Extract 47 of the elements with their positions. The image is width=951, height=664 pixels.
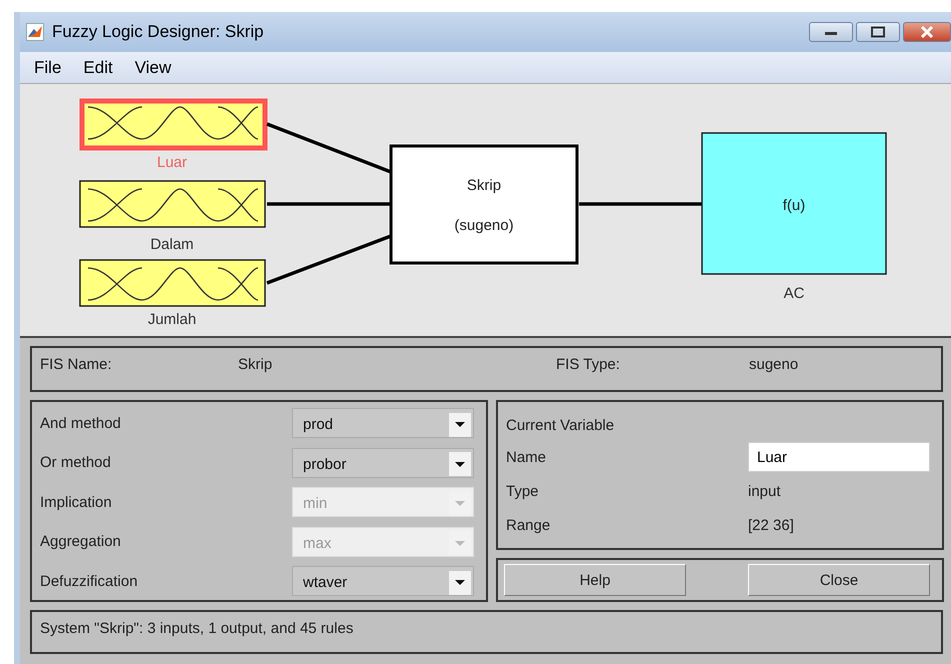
restore-icon: [870, 26, 886, 38]
menu-item[interactable]: File: [26, 58, 76, 78]
maximize-button[interactable]: [856, 22, 900, 42]
output-function: f(u): [782, 197, 806, 214]
fis-type-label: FIS Type:: [556, 356, 621, 375]
type-label: Type: [506, 482, 540, 500]
close-window-button[interactable]: [903, 22, 951, 42]
fis-type-value: sugeno: [749, 356, 800, 375]
fis-name-label: FIS Name:: [40, 356, 113, 375]
push-button[interactable]: Help: [504, 564, 686, 596]
system-type: (sugeno): [454, 217, 514, 234]
input-variable-block[interactable]: [80, 98, 268, 150]
system-name: Skrip: [466, 177, 502, 194]
method-dropdown[interactable]: probor: [292, 448, 474, 478]
method-label: And method: [40, 414, 121, 432]
variable-label: Luar: [156, 154, 188, 171]
menu-item[interactable]: View: [126, 58, 186, 78]
method-label: Defuzzification: [40, 572, 138, 590]
method-dropdown[interactable]: prod: [292, 408, 474, 438]
input-variable-block[interactable]: [79, 180, 266, 228]
range-value: [22 36]: [748, 516, 795, 534]
input-variable-block[interactable]: [79, 259, 266, 307]
variable-label: AC: [784, 285, 804, 302]
status-bar: System "Skrip": 3 inputs, 1 output, and 45 rules: [30, 610, 943, 654]
output-variable-block[interactable]: [701, 132, 887, 275]
range-label: Range: [506, 516, 552, 534]
method-label: Implication: [40, 494, 112, 510]
close-icon: [919, 26, 935, 38]
minimize-button[interactable]: [809, 22, 853, 42]
name-label: Name: [506, 448, 548, 466]
caret-icon: [449, 412, 471, 436]
panel-title: Current Variable: [506, 416, 616, 434]
caret-icon: [449, 570, 471, 594]
fis-name-value: Skrip: [238, 356, 274, 375]
variable-label: Jumlah: [148, 311, 196, 328]
rule-system-block[interactable]: [390, 144, 578, 264]
window-title: Fuzzy Logic Designer: Skrip: [52, 22, 265, 42]
name-field[interactable]: Luar: [748, 442, 930, 472]
app-icon: [26, 23, 44, 41]
variable-label: Dalam: [150, 236, 194, 253]
type-value: input: [748, 482, 782, 500]
menu-item[interactable]: Edit: [75, 58, 127, 78]
method-label: Aggregation: [40, 533, 121, 550]
method-label: Or method: [40, 454, 111, 471]
method-dropdown[interactable]: wtaver: [292, 566, 474, 596]
push-button[interactable]: Close: [748, 564, 930, 596]
caret-icon: [449, 452, 471, 476]
